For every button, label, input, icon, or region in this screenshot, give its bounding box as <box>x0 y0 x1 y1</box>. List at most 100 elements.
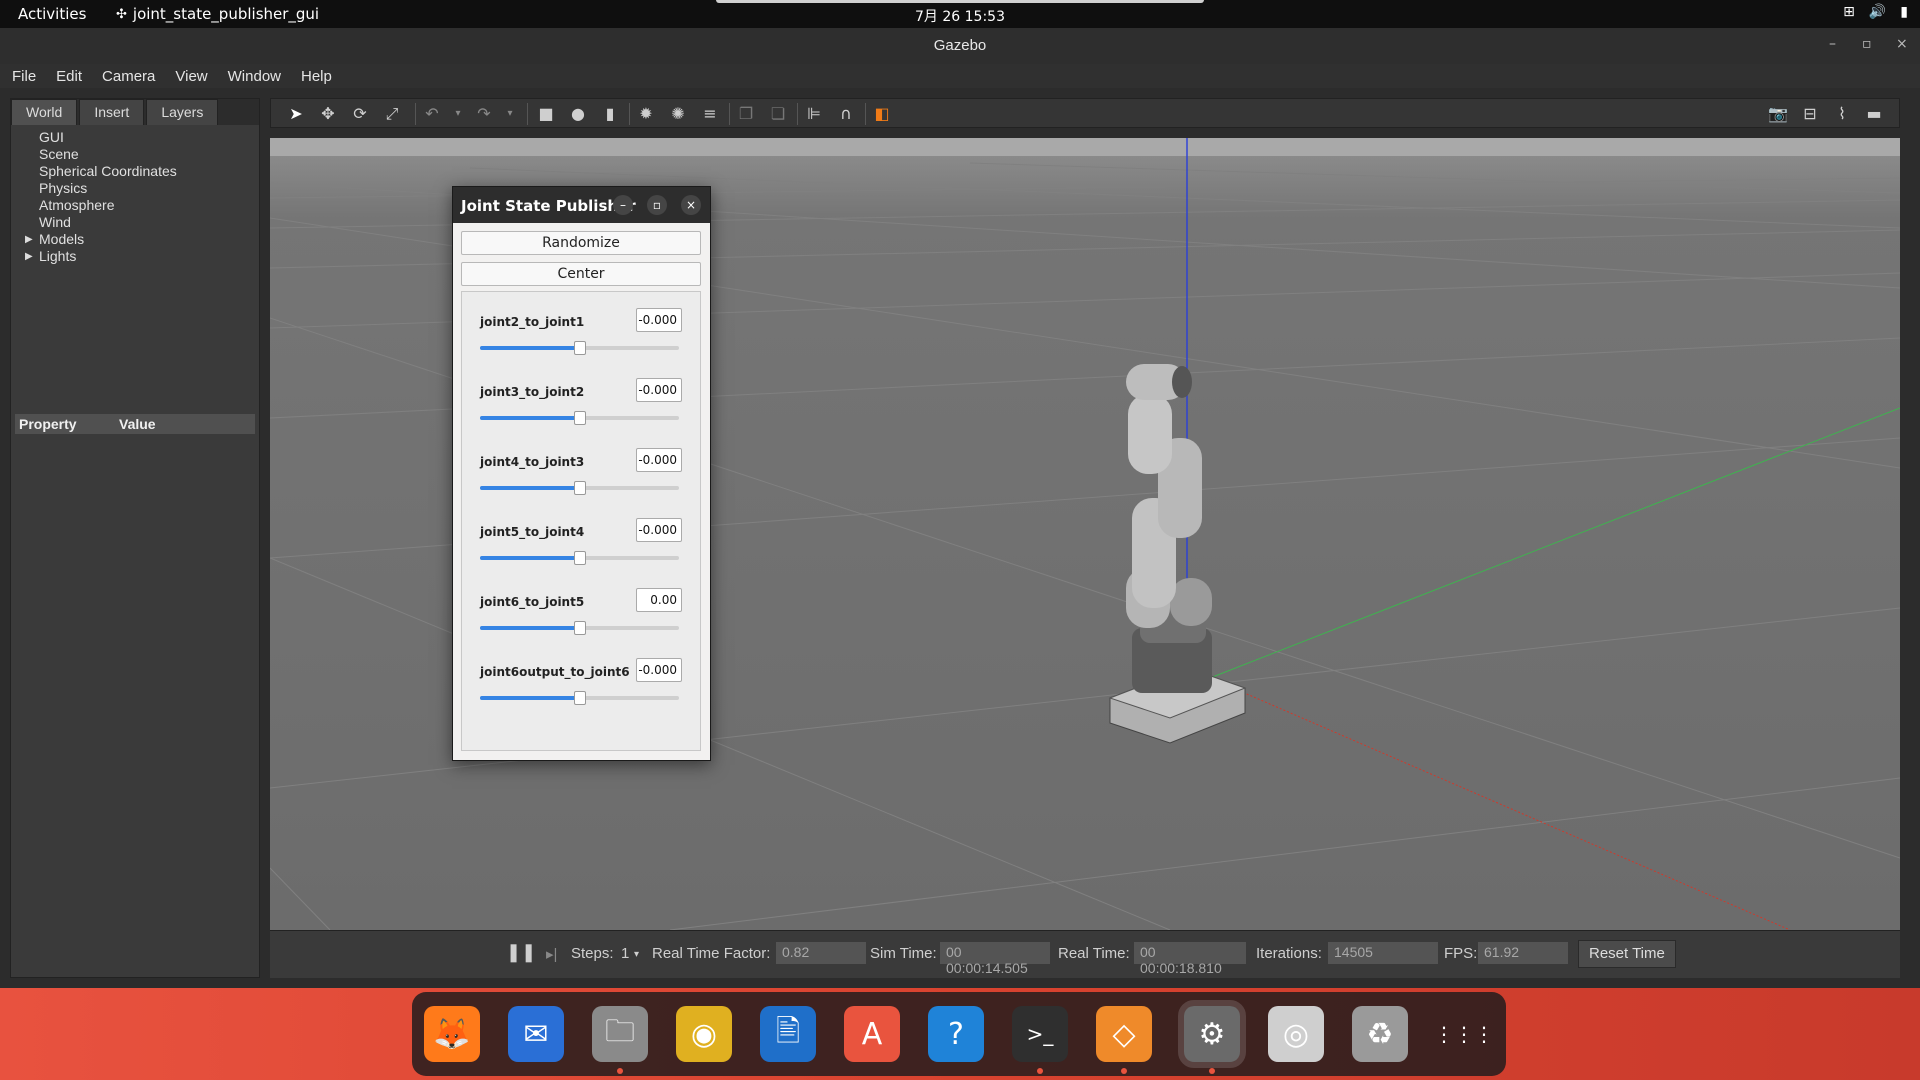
tree-item-lights[interactable]: ▶ Lights <box>25 248 259 265</box>
toolbar-separator <box>629 103 630 125</box>
disc-icon[interactable]: ◎ <box>1268 1006 1324 1062</box>
copy-icon[interactable]: ❐ <box>735 104 757 124</box>
screenshot-icon[interactable]: 📷 <box>1767 104 1789 124</box>
expand-arrow-icon[interactable]: ▶ <box>25 231 33 248</box>
view-angle-icon[interactable]: ◧ <box>871 104 893 124</box>
fps-label: FPS: <box>1444 945 1478 962</box>
randomize-button[interactable]: Randomize <box>461 231 701 255</box>
point-light-icon[interactable]: ✹ <box>635 104 657 124</box>
maximize-button[interactable]: ▫ <box>1862 36 1872 52</box>
snap-icon[interactable]: ∩ <box>835 104 857 124</box>
jsp-close-button[interactable]: × <box>681 195 701 215</box>
menu-camera[interactable]: Camera <box>102 68 155 85</box>
sphere-icon[interactable]: ● <box>567 104 589 124</box>
undo-dropdown-icon[interactable]: ▾ <box>447 104 469 124</box>
scale-icon[interactable]: ⤢ <box>381 104 403 124</box>
package-icon[interactable]: ◇ <box>1096 1006 1152 1062</box>
directional-light-icon[interactable]: ≡ <box>699 104 721 124</box>
tab-insert[interactable]: Insert <box>79 99 145 125</box>
real-time-value: 00 00:00:18.810 <box>1134 942 1246 976</box>
joint-value-field[interactable]: -0.000 <box>636 308 682 332</box>
menu-file[interactable]: File <box>12 68 36 85</box>
center-button[interactable]: Center <box>461 262 701 286</box>
tree-item-spherical-coordinates[interactable]: Spherical Coordinates <box>39 163 259 180</box>
tree-item-wind[interactable]: Wind <box>39 214 259 231</box>
joint-slider[interactable] <box>480 341 679 355</box>
redo-icon[interactable]: ↷ <box>473 104 495 124</box>
menu-help[interactable]: Help <box>301 68 332 85</box>
help-icon[interactable]: ? <box>928 1006 984 1062</box>
trash-icon[interactable]: ♻ <box>1352 1006 1408 1062</box>
world-tree: GUI Scene Spherical Coordinates Physics … <box>11 125 259 265</box>
app-center-icon[interactable]: A <box>844 1006 900 1062</box>
menu-edit[interactable]: Edit <box>56 68 82 85</box>
menu-bar: File Edit Camera View Window Help <box>0 64 1920 88</box>
writer-icon[interactable]: 🖹 <box>760 1006 816 1062</box>
joint-value-field[interactable]: -0.000 <box>636 378 682 402</box>
firefox-icon[interactable]: 🦊 <box>424 1006 480 1062</box>
translate-icon[interactable]: ✥ <box>317 104 339 124</box>
property-column-header[interactable]: Property <box>15 416 115 432</box>
joint-slider-handle[interactable] <box>573 341 586 355</box>
close-button[interactable]: × <box>1896 36 1908 52</box>
tree-item-scene[interactable]: Scene <box>39 146 259 163</box>
rhythmbox-icon[interactable]: ◉ <box>676 1006 732 1062</box>
reset-time-button[interactable]: Reset Time <box>1578 940 1676 968</box>
joint-slider-handle[interactable] <box>573 551 586 565</box>
joint-slider-handle[interactable] <box>573 411 586 425</box>
jsp-minimize-button[interactable]: – <box>613 195 633 215</box>
joint-slider[interactable] <box>480 691 679 705</box>
steps-dropdown-icon[interactable]: ▾ <box>634 949 639 960</box>
steps-value[interactable]: 1 <box>621 945 629 962</box>
tab-layers[interactable]: Layers <box>146 99 219 125</box>
app-grid-icon[interactable]: ⋮⋮⋮ <box>1434 1006 1494 1062</box>
expand-arrow-icon[interactable]: ▶ <box>25 248 33 265</box>
tree-item-gui[interactable]: GUI <box>39 129 259 146</box>
system-tray[interactable]: ⊞ 🔊 ▮ <box>1843 4 1908 20</box>
joint-slider[interactable] <box>480 411 679 425</box>
undo-icon[interactable]: ↶ <box>421 104 443 124</box>
menu-view[interactable]: View <box>175 68 207 85</box>
thunderbird-icon[interactable]: ✉ <box>508 1006 564 1062</box>
spot-light-icon[interactable]: ✺ <box>667 104 689 124</box>
tree-item-models[interactable]: ▶ Models <box>25 231 259 248</box>
toolbar-separator <box>797 103 798 125</box>
step-icon[interactable]: ▸| <box>546 945 557 963</box>
joint-slider-handle[interactable] <box>573 621 586 635</box>
files-icon[interactable]: 🗀 <box>592 1006 648 1062</box>
joint-name-label: joint6_to_joint5 <box>480 595 585 609</box>
cylinder-icon[interactable]: ▮ <box>599 104 621 124</box>
clock-label[interactable]: 7月 26 15:53 <box>915 6 1005 26</box>
sim-time-value: 00 00:00:14.505 <box>940 942 1050 976</box>
joint-value-field[interactable]: -0.000 <box>636 518 682 542</box>
tab-world[interactable]: World <box>11 99 78 125</box>
select-icon[interactable]: ➤ <box>285 104 307 124</box>
record-icon[interactable]: ▬ <box>1863 104 1885 124</box>
plot-icon[interactable]: ⌇ <box>1831 104 1853 124</box>
align-icon[interactable]: ⊫ <box>803 104 825 124</box>
redo-dropdown-icon[interactable]: ▾ <box>499 104 521 124</box>
settings-icon[interactable]: ⚙ <box>1178 1000 1246 1068</box>
jsp-maximize-button[interactable]: ▫ <box>647 195 667 215</box>
joint-slider[interactable] <box>480 551 679 565</box>
pause-icon[interactable]: ❚❚ <box>506 942 536 963</box>
joint-value-field[interactable]: 0.00 <box>636 588 682 612</box>
joint-name-label: joint6output_to_joint6 <box>480 665 630 679</box>
joint-value-field[interactable]: -0.000 <box>636 448 682 472</box>
paste-icon[interactable]: ❏ <box>767 104 789 124</box>
joint-slider[interactable] <box>480 481 679 495</box>
log-icon[interactable]: ⊟ <box>1799 104 1821 124</box>
value-column-header[interactable]: Value <box>115 416 156 432</box>
minimize-button[interactable]: – <box>1829 36 1836 52</box>
joint-slider[interactable] <box>480 621 679 635</box>
jsp-titlebar[interactable]: Joint State Publisher – ▫ × <box>453 187 710 223</box>
terminal-icon[interactable]: >_ <box>1012 1006 1068 1062</box>
rotate-icon[interactable]: ⟳ <box>349 104 371 124</box>
joint-slider-handle[interactable] <box>573 691 586 705</box>
tree-item-physics[interactable]: Physics <box>39 180 259 197</box>
menu-window[interactable]: Window <box>228 68 281 85</box>
tree-item-atmosphere[interactable]: Atmosphere <box>39 197 259 214</box>
joint-value-field[interactable]: -0.000 <box>636 658 682 682</box>
box-icon[interactable]: ■ <box>535 104 557 124</box>
joint-slider-handle[interactable] <box>573 481 586 495</box>
